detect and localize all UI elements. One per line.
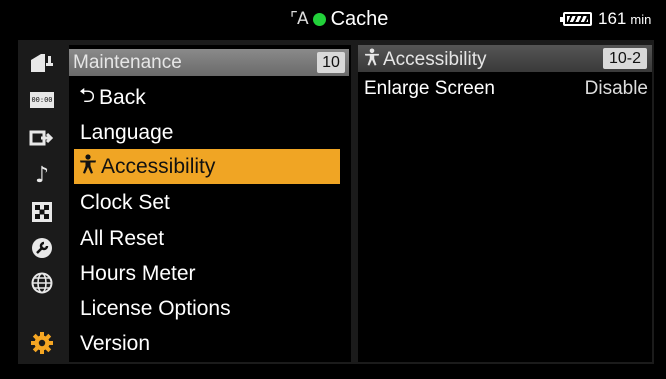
- globe-icon[interactable]: [24, 268, 60, 298]
- page-title: Cache: [330, 7, 389, 30]
- svg-text:00:00: 00:00: [31, 96, 52, 104]
- menu-item-label: Back: [99, 85, 146, 109]
- music-note-icon[interactable]: ♪: [24, 160, 60, 190]
- card-icon: ⌜A: [290, 9, 309, 29]
- detail-header: Accessibility 10-2: [358, 45, 652, 72]
- menu-item-license-options[interactable]: License Options: [74, 291, 340, 326]
- menu-page-badge: 10: [317, 52, 345, 73]
- camera-icon[interactable]: [24, 48, 60, 78]
- battery-unit: min: [630, 11, 652, 27]
- detail-header-label: Accessibility: [383, 48, 487, 70]
- setting-row-enlarge-screen[interactable]: Enlarge Screen Disable: [364, 76, 648, 103]
- person-icon: [364, 48, 380, 71]
- menu-item-label: Clock Set: [80, 190, 170, 214]
- status-bar-center: ⌜A Cache: [290, 6, 388, 32]
- menu-header: Maintenance 10: [69, 49, 349, 76]
- wrench-icon[interactable]: [24, 233, 60, 263]
- gear-icon[interactable]: [24, 328, 60, 358]
- status-bar: ⌜A Cache 161 min: [0, 0, 666, 38]
- back-arrow-icon: ⮌: [79, 82, 96, 107]
- timecode-icon[interactable]: 00:00: [24, 85, 60, 115]
- battery-indicator: 161 min: [560, 9, 652, 29]
- setting-label: Enlarge Screen: [364, 78, 495, 99]
- person-icon: [79, 154, 97, 179]
- menu-item-hours-meter[interactable]: Hours Meter: [74, 256, 340, 291]
- maintenance-menu: Maintenance 10 ⮌ Back Language Accessibi…: [69, 45, 351, 362]
- menu-item-accessibility[interactable]: Accessibility: [74, 149, 340, 184]
- accessibility-detail-panel: Accessibility 10-2 Enlarge Screen Disabl…: [358, 45, 652, 362]
- menu-item-version[interactable]: Version: [74, 326, 340, 361]
- menu-header-title: Maintenance: [73, 52, 182, 73]
- menu-item-language[interactable]: Language: [74, 115, 340, 150]
- menu-item-label: All Reset: [80, 226, 165, 250]
- category-icon-column: 00:00 ♪: [21, 45, 65, 362]
- menu-item-label: Hours Meter: [80, 261, 196, 285]
- menu-item-label: License Options: [80, 296, 231, 320]
- battery-icon: [560, 12, 592, 26]
- menu-item-back[interactable]: ⮌ Back: [74, 80, 340, 115]
- checker-icon[interactable]: [24, 197, 60, 227]
- menu-item-label: Accessibility: [101, 154, 216, 178]
- menu-item-label: Version: [80, 331, 151, 355]
- output-icon[interactable]: [24, 123, 60, 153]
- menu-item-label: Language: [80, 120, 174, 144]
- battery-value: 161: [598, 9, 627, 28]
- detail-page-badge: 10-2: [603, 48, 647, 69]
- menu-item-all-reset[interactable]: All Reset: [74, 221, 340, 256]
- rec-status-dot: [312, 12, 326, 26]
- detail-header-title: Accessibility: [364, 48, 486, 71]
- setting-value: Disable: [584, 78, 648, 99]
- menu-item-clock-set[interactable]: Clock Set: [74, 185, 340, 220]
